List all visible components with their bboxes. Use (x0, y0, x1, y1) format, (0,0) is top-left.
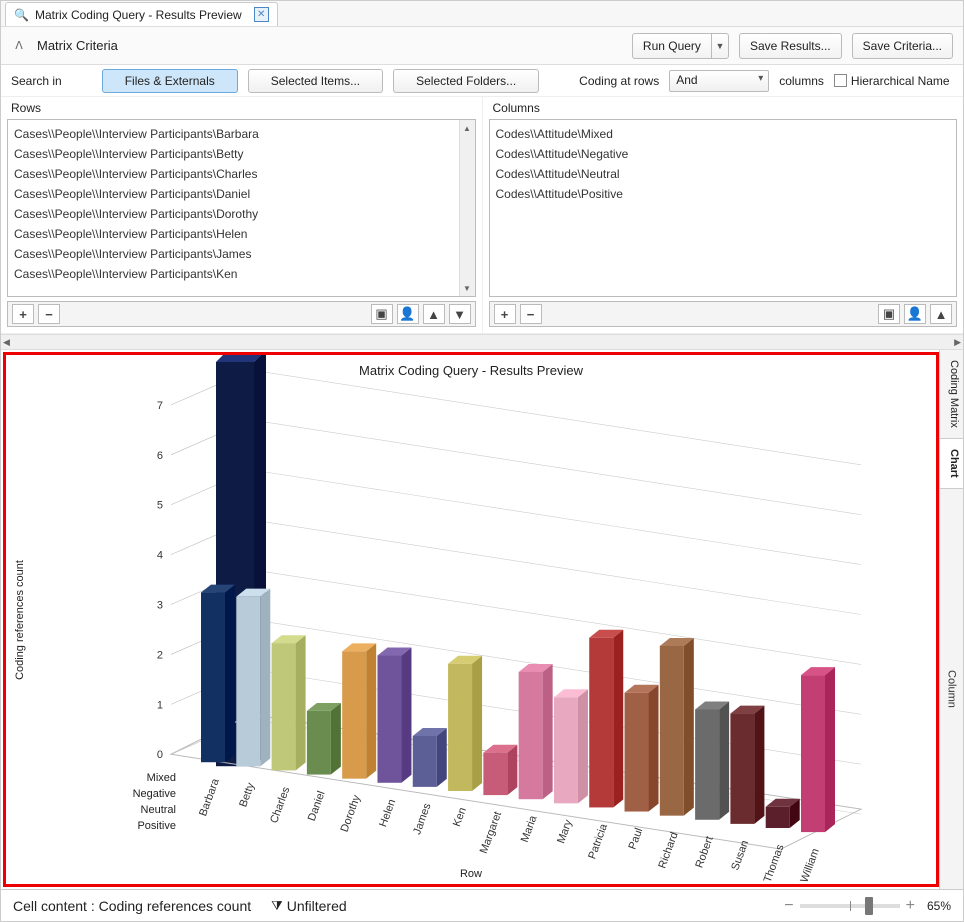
svg-text:5: 5 (157, 500, 163, 512)
list-item[interactable]: Cases\\People\\Interview Participants\Ja… (14, 244, 453, 264)
svg-text:Robert: Robert (693, 835, 716, 870)
svg-text:Mary: Mary (555, 818, 575, 845)
criteria-h-scrollbar[interactable]: ◀▶ (1, 334, 963, 350)
svg-text:4: 4 (157, 550, 163, 562)
cols-user-button[interactable]: 👤 (904, 304, 926, 324)
rows-remove-button[interactable]: − (38, 304, 60, 324)
run-query-button[interactable]: Run Query▼ (632, 33, 729, 59)
list-item[interactable]: Codes\\Attitude\Negative (496, 144, 951, 164)
rows-scrollbar[interactable]: ▲▼ (459, 120, 475, 296)
svg-text:Barbara: Barbara (197, 776, 222, 818)
zoom-value: 65% (927, 899, 951, 913)
columns-listbox[interactable]: Codes\\Attitude\MixedCodes\\Attitude\Neg… (489, 119, 958, 297)
filter-icon: ⧩ (271, 898, 283, 914)
filter-status[interactable]: ⧩ Unfiltered (271, 898, 347, 914)
hierarchical-name-checkbox[interactable]: Hierarchical Name (834, 74, 950, 88)
chevron-up-icon[interactable]: ᐱ (11, 39, 27, 52)
chart-area: Matrix Coding Query - Results Preview Co… (3, 352, 939, 887)
columns-title: Columns (483, 97, 964, 115)
side-tab-chart[interactable]: Chart (940, 439, 963, 489)
list-item[interactable]: Cases\\People\\Interview Participants\Be… (14, 144, 453, 164)
svg-text:6: 6 (157, 450, 163, 462)
save-criteria-button[interactable]: Save Criteria... (852, 33, 953, 59)
list-item[interactable]: Cases\\People\\Interview Participants\Do… (14, 204, 453, 224)
checkbox-icon (834, 74, 847, 87)
rows-title: Rows (1, 97, 482, 115)
cols-up-button[interactable]: ▲ (930, 304, 952, 324)
list-item[interactable]: Cases\\People\\Interview Participants\He… (14, 224, 453, 244)
cols-select-button[interactable]: ▣ (878, 304, 900, 324)
svg-text:Helen: Helen (377, 798, 398, 829)
svg-text:0: 0 (157, 749, 163, 761)
list-item[interactable]: Codes\\Attitude\Neutral (496, 164, 951, 184)
side-tab-coding-matrix[interactable]: Coding Matrix (940, 350, 963, 439)
svg-text:Richard: Richard (656, 831, 680, 871)
coding-rows-label: Coding at rows (579, 74, 659, 88)
columns-label: columns (779, 74, 824, 88)
side-column-label: Column (940, 489, 963, 889)
rows-user-button[interactable]: 👤 (397, 304, 419, 324)
search-in-label: Search in (11, 74, 62, 88)
seg-selected-folders[interactable]: Selected Folders... (393, 69, 539, 93)
svg-text:Paul: Paul (627, 826, 646, 851)
scroll-down-icon: ▼ (460, 280, 475, 296)
svg-text:Charles: Charles (268, 785, 292, 825)
and-or-select[interactable]: And (669, 70, 769, 92)
rows-listbox[interactable]: Cases\\People\\Interview Participants\Ba… (7, 119, 476, 297)
rows-down-button[interactable]: ▼ (449, 304, 471, 324)
zoom-in-button[interactable]: + (906, 897, 915, 915)
magnifier-icon: 🔍 (14, 8, 29, 22)
svg-text:Margaret: Margaret (478, 810, 504, 855)
document-tab[interactable]: 🔍 Matrix Coding Query - Results Preview … (5, 2, 278, 26)
svg-text:Thomas: Thomas (762, 842, 787, 884)
svg-text:Maria: Maria (519, 813, 540, 844)
list-item[interactable]: Codes\\Attitude\Positive (496, 184, 951, 204)
list-item[interactable]: Cases\\People\\Interview Participants\Ch… (14, 164, 453, 184)
scroll-up-icon: ▲ (460, 120, 475, 136)
zoom-out-button[interactable]: − (784, 897, 793, 915)
list-item[interactable]: Cases\\People\\Interview Participants\Ba… (14, 124, 453, 144)
seg-files-externals[interactable]: Files & Externals (102, 69, 238, 93)
list-item[interactable]: Codes\\Attitude\Mixed (496, 124, 951, 144)
criteria-title: Matrix Criteria (37, 38, 118, 53)
cols-remove-button[interactable]: − (520, 304, 542, 324)
document-tab-title: Matrix Coding Query - Results Preview (35, 8, 242, 22)
rows-select-button[interactable]: ▣ (371, 304, 393, 324)
svg-text:2: 2 (157, 649, 163, 661)
save-results-button[interactable]: Save Results... (739, 33, 842, 59)
cols-add-button[interactable]: + (494, 304, 516, 324)
close-tab-button[interactable]: ✕ (254, 7, 269, 22)
z-category-labels: MixedNegativeNeutralPositive (116, 770, 176, 834)
svg-text:Betty: Betty (237, 781, 257, 809)
svg-text:James: James (411, 801, 434, 836)
rows-up-button[interactable]: ▲ (423, 304, 445, 324)
svg-text:3: 3 (157, 600, 163, 612)
rows-add-button[interactable]: + (12, 304, 34, 324)
cell-content-label: Cell content : Coding references count (13, 898, 251, 914)
svg-text:Patricia: Patricia (586, 821, 610, 860)
zoom-slider[interactable] (800, 904, 900, 908)
svg-text:Dorothy: Dorothy (339, 793, 364, 834)
svg-text:Ken: Ken (451, 806, 469, 828)
svg-text:William: William (798, 847, 821, 884)
svg-text:Susan: Susan (729, 839, 751, 872)
seg-selected-items[interactable]: Selected Items... (248, 69, 383, 93)
list-item[interactable]: Cases\\People\\Interview Participants\Da… (14, 184, 453, 204)
list-item[interactable]: Cases\\People\\Interview Participants\Ke… (14, 264, 453, 284)
svg-text:7: 7 (157, 400, 163, 412)
chevron-down-icon: ▼ (712, 41, 728, 51)
svg-text:1: 1 (157, 699, 163, 711)
svg-text:Daniel: Daniel (306, 789, 328, 822)
